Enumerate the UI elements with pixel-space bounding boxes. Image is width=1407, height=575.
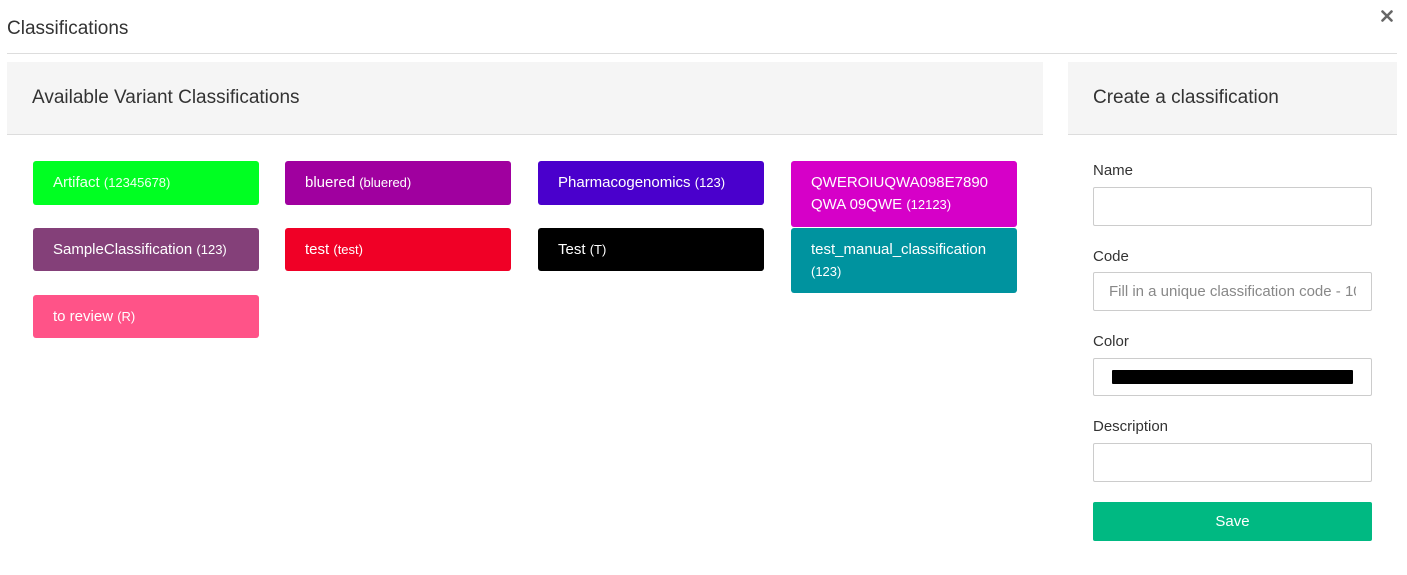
classification-chip[interactable]: test (test) (285, 228, 511, 271)
classification-code: (123) (196, 242, 227, 257)
modal-title: Classifications (7, 18, 129, 39)
classification-code: (12123) (906, 197, 952, 212)
color-picker[interactable] (1093, 358, 1372, 396)
classification-name: Artifact (53, 174, 100, 191)
classification-chip[interactable]: SampleClassification (123) (33, 228, 259, 271)
classification-name: SampleClassification (53, 241, 193, 258)
classification-chip[interactable]: Pharmacogenomics (123) (538, 161, 764, 205)
name-label: Name (1093, 162, 1134, 179)
classification-chip[interactable]: to review (R) (33, 295, 259, 338)
code-field[interactable] (1093, 272, 1372, 311)
classification-chip[interactable]: bluered (bluered) (285, 161, 511, 205)
classification-code: (bluered) (359, 175, 412, 190)
description-field[interactable] (1093, 443, 1372, 482)
classification-chip[interactable]: QWEROIUQWA098E7890 QWA 09QWE (12123) (791, 161, 1017, 227)
classification-code: (T) (589, 242, 607, 257)
classification-chip[interactable]: Artifact (12345678) (33, 161, 259, 205)
color-label: Color (1093, 333, 1129, 350)
classification-chip[interactable]: Test (T) (538, 228, 764, 271)
name-field[interactable] (1093, 187, 1372, 226)
color-swatch (1112, 370, 1353, 384)
classification-name: test_manual_classification (811, 241, 987, 258)
modal-header: Classifications (7, 0, 1397, 54)
classification-name: test (305, 241, 330, 258)
classification-code: (12345678) (103, 175, 171, 190)
classification-name: Test (558, 241, 586, 258)
save-button[interactable]: Save (1093, 502, 1372, 541)
create-classification-heading: Create a classification (1068, 62, 1397, 135)
classification-name: QWEROIUQWA098E7890 QWA 09QWE (811, 174, 989, 213)
classification-code: (123) (811, 264, 842, 279)
description-label: Description (1093, 418, 1169, 435)
close-button[interactable] (1377, 6, 1397, 26)
classification-name: Pharmacogenomics (558, 174, 691, 191)
available-classifications-panel: Available Variant Classifications Artifa… (7, 62, 1043, 567)
classification-code: (123) (694, 175, 726, 190)
classification-name: bluered (305, 174, 356, 191)
close-icon (1381, 10, 1393, 22)
classification-name: to review (53, 308, 114, 325)
classification-code: (test) (333, 242, 363, 257)
available-classifications-heading: Available Variant Classifications (7, 62, 1043, 135)
code-label: Code (1093, 248, 1129, 265)
create-classification-panel: Create a classification Name Code Color … (1068, 62, 1397, 567)
classification-code: (R) (117, 309, 136, 324)
classification-chip[interactable]: test_manual_classification (123) (791, 228, 1017, 293)
